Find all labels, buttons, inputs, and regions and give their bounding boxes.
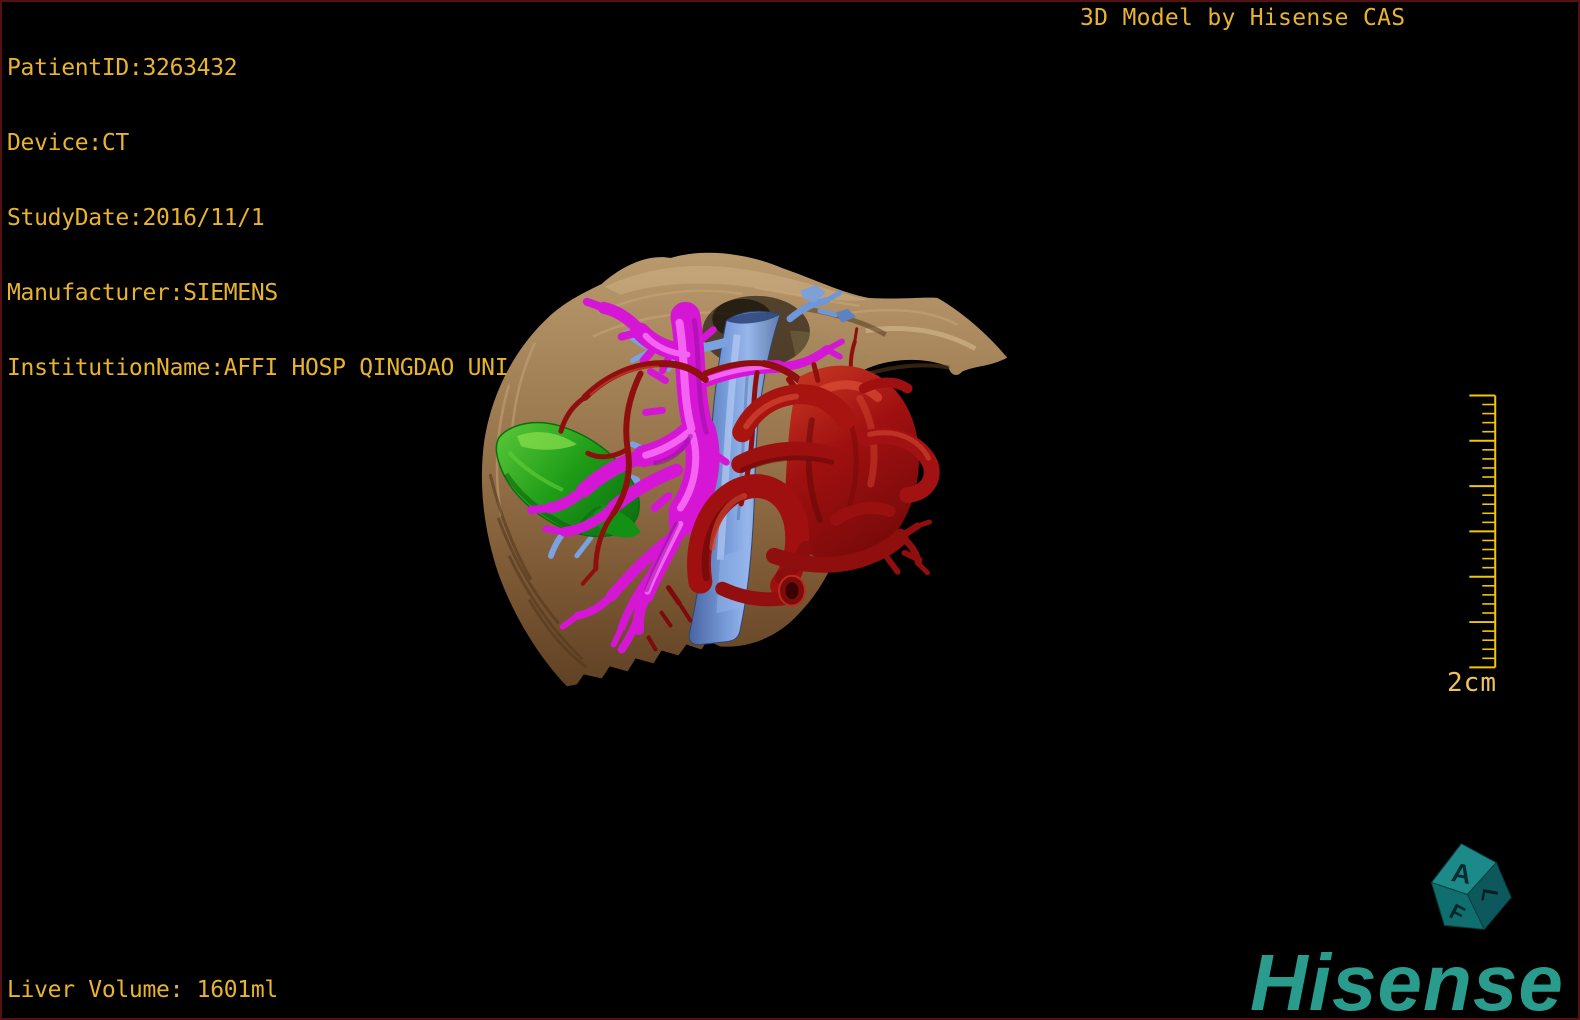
scale-ruler [1469,394,1497,669]
manufacturer-text: Manufacturer:SIEMENS [7,280,278,306]
patient-meta-block: PatientID:3263432 Device:CT StudyDate:20… [7,6,509,431]
watermark-title: 3D Model by Hisense CAS [1080,5,1406,31]
patient-id-text: PatientID:3263432 [7,55,238,81]
institution-text: InstitutionName:AFFI HOSP QINGDAO UNI [7,355,509,381]
orientation-cube[interactable]: A L F [1430,843,1512,931]
cas-3d-viewer-window: A L F PatientID:3263432 Device:CT StudyD… [0,0,1580,1020]
scale-ruler-label: 2cm [1447,668,1497,698]
study-date-text: StudyDate:2016/11/1 [7,205,265,231]
device-text: Device:CT [7,130,129,156]
liver-volume-text: Liver Volume: 1601ml [7,977,278,1003]
hisense-logo: Hisense [1250,938,1564,1020]
